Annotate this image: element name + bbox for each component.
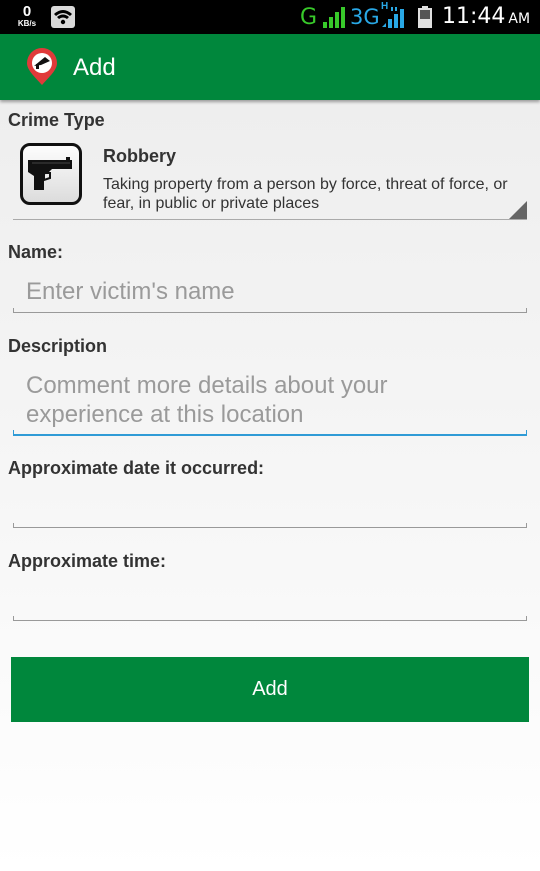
description-placeholder: Comment more details about your experien…	[26, 372, 388, 428]
signal-icon	[323, 7, 345, 28]
time-field[interactable]	[13, 581, 527, 621]
field-tick-right	[526, 523, 527, 528]
field-tick-left	[13, 523, 14, 528]
description-field[interactable]: Comment more details about your experien…	[13, 368, 527, 436]
network-type-3g: 3G	[350, 5, 380, 29]
network-type-g: G	[300, 5, 318, 30]
crime-type-name: Robbery	[103, 146, 177, 166]
handgun-icon	[28, 157, 72, 190]
time-label: Approximate time:	[8, 551, 167, 571]
field-tick-right	[526, 616, 527, 621]
date-label: Approximate date it occurred:	[8, 458, 265, 478]
field-underline	[13, 434, 527, 436]
data-rate-indicator: 0 KB/s	[14, 4, 40, 28]
crime-type-description: Taking property from a person by force, …	[103, 176, 508, 212]
field-underline	[13, 620, 527, 621]
field-tick-left	[13, 430, 14, 436]
wifi-icon	[51, 6, 75, 28]
crime-type-image	[20, 143, 82, 205]
field-tick-left	[13, 616, 14, 621]
crime-type-label: Crime Type	[8, 110, 105, 130]
battery-icon	[418, 6, 432, 28]
action-bar: Add	[0, 34, 540, 100]
field-tick-right	[526, 430, 527, 436]
field-tick-left	[13, 308, 14, 313]
page-title: Add	[73, 54, 116, 81]
spinner-underline	[13, 219, 527, 220]
add-button[interactable]: Add	[11, 657, 529, 722]
clock-time: 11:44	[442, 4, 506, 29]
field-underline	[13, 527, 527, 528]
name-field[interactable]: Enter victim's name	[13, 272, 527, 313]
crime-type-spinner[interactable]: Robbery Taking property from a person by…	[13, 140, 527, 220]
status-clock: 11:44 AM	[442, 4, 530, 29]
date-field[interactable]	[13, 488, 527, 528]
name-label: Name:	[8, 242, 64, 262]
location-pin-logo[interactable]	[24, 48, 60, 86]
data-rate-unit: KB/s	[17, 19, 37, 28]
dropdown-arrow-icon	[509, 201, 527, 219]
data-rate-value: 0	[22, 3, 32, 20]
clock-ampm: AM	[508, 11, 531, 27]
field-tick-right	[526, 308, 527, 313]
name-placeholder: Enter victim's name	[26, 278, 235, 305]
description-label: Description	[8, 336, 108, 356]
status-bar: 0 KB/s G 3G H 11:44 AM	[0, 0, 540, 34]
signal-icon	[382, 7, 404, 28]
field-underline	[13, 312, 527, 313]
